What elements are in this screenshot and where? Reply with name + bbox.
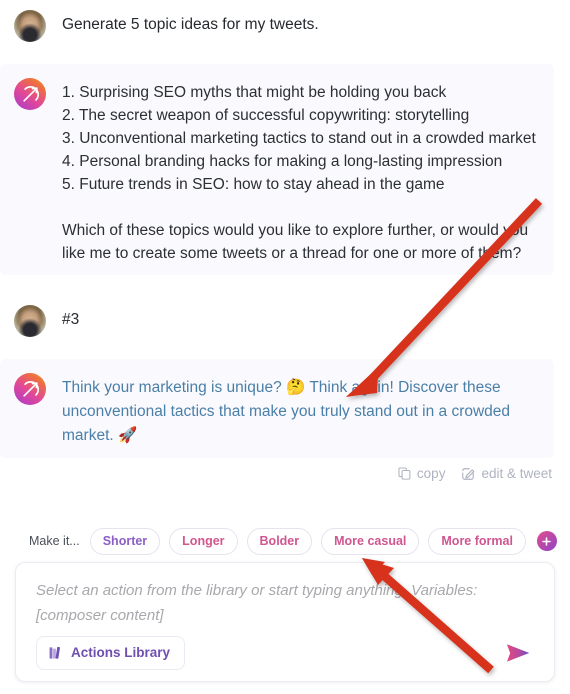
message-action-bar: copy edit & tweet — [0, 464, 570, 481]
send-button[interactable] — [498, 637, 538, 669]
composer-input-placeholder[interactable]: Select an action from the library or sta… — [36, 578, 536, 628]
chat-message-user: #3 — [0, 295, 570, 347]
make-it-toolbar: Make it... Shorter Longer Bolder More ca… — [0, 522, 570, 560]
make-it-label: Make it... — [29, 534, 80, 548]
actions-library-button[interactable]: Actions Library — [36, 636, 186, 670]
copy-button-label: copy — [416, 466, 446, 481]
library-books-icon — [49, 646, 62, 660]
chat-message-text: #3 — [62, 311, 80, 328]
composer-panel[interactable]: Select an action from the library or sta… — [15, 562, 555, 682]
make-it-pill-more-casual[interactable]: More casual — [321, 527, 420, 555]
actions-library-label: Actions Library — [71, 645, 171, 660]
chat-message-text: Generate 5 topic ideas for my tweets. — [62, 16, 319, 33]
bow-arrow-icon — [22, 380, 39, 397]
copy-button[interactable]: copy — [398, 466, 446, 481]
bow-arrow-icon — [22, 85, 39, 102]
user-avatar — [14, 10, 46, 42]
composer-toolbar: Actions Library — [16, 625, 554, 681]
chat-message-assistant-tweet-group: Think your marketing is unique? 🤔 Think … — [0, 359, 570, 481]
make-it-pill-bolder[interactable]: Bolder — [246, 527, 313, 555]
edit-and-tweet-label: edit & tweet — [481, 466, 552, 481]
chat-message-assistant: Think your marketing is unique? 🤔 Think … — [0, 359, 554, 458]
add-action-button[interactable] — [536, 531, 557, 551]
edit-and-tweet-button[interactable]: edit & tweet — [461, 466, 552, 481]
chat-message-list[interactable]: Generate 5 topic ideas for my tweets. 1.… — [0, 0, 570, 518]
make-it-pill-longer[interactable]: Longer — [169, 527, 238, 555]
copy-icon — [398, 467, 411, 480]
chat-message-user: Generate 5 topic ideas for my tweets. — [0, 0, 570, 52]
make-it-pill-more-formal[interactable]: More formal — [428, 527, 526, 555]
assistant-avatar — [14, 78, 46, 110]
send-paper-plane-icon — [507, 644, 530, 662]
chat-message-text: Think your marketing is unique? 🤔 Think … — [62, 379, 515, 444]
assistant-avatar — [14, 373, 46, 405]
user-avatar — [14, 305, 46, 337]
chat-app: Generate 5 topic ideas for my tweets. 1.… — [0, 0, 570, 694]
chat-message-assistant: 1. Surprising SEO myths that might be ho… — [0, 64, 554, 275]
chat-message-text: 1. Surprising SEO myths that might be ho… — [62, 84, 536, 262]
plus-icon — [542, 536, 552, 546]
make-it-pill-shorter[interactable]: Shorter — [89, 527, 161, 555]
edit-pencil-icon — [461, 467, 475, 481]
